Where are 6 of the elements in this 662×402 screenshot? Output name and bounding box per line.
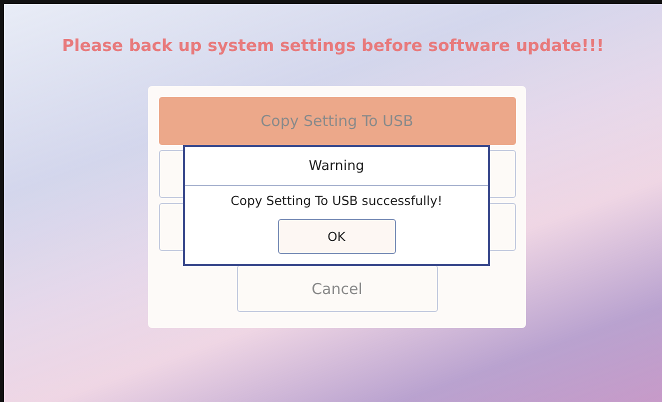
dialog-message: Copy Setting To USB successfully! (230, 193, 442, 208)
cancel-button[interactable]: Cancel (236, 265, 438, 312)
dialog-title: Warning (185, 147, 488, 186)
ok-button[interactable]: OK (278, 219, 396, 254)
backup-notice: Please back up system settings before software update!!! (61, 36, 605, 55)
menu-button[interactable]: Copy Setting To USB (158, 97, 516, 145)
